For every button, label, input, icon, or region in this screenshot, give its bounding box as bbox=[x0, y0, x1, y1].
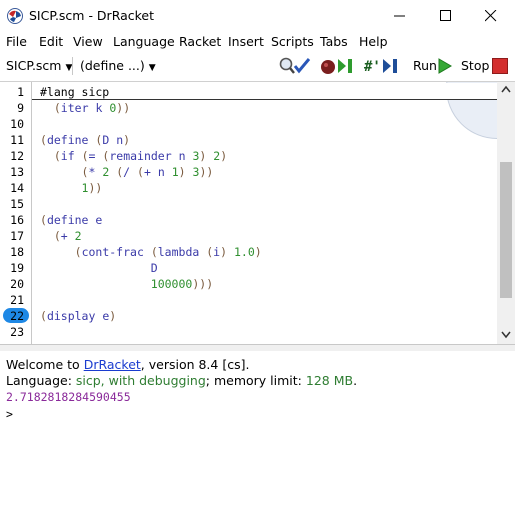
memory-prefix: ; memory limit: bbox=[205, 373, 306, 388]
code-line: (+ 2 bbox=[53, 229, 82, 243]
line-number: 13 bbox=[10, 165, 24, 179]
line-number: 12 bbox=[10, 149, 24, 163]
code-line: (if (= (remainder n 3) 2) bbox=[53, 149, 228, 163]
stop-square-icon bbox=[492, 58, 508, 74]
stop-button[interactable]: Stop bbox=[460, 53, 512, 79]
language-prefix: Language: bbox=[6, 373, 76, 388]
scroll-up-icon[interactable] bbox=[501, 85, 511, 93]
line-number: 19 bbox=[10, 261, 24, 275]
code-line: (define (D n) bbox=[40, 133, 131, 147]
language-value: sicp, with debugging bbox=[75, 373, 206, 388]
definitions-editor[interactable]: 1 #lang sicp 9 (iter k 0)) 10 11 (define (D… bbox=[0, 81, 515, 345]
dropdown-arrow-icon: ▼ bbox=[148, 63, 156, 73]
run-label: Run bbox=[413, 58, 437, 73]
language-line: Language: sicp, with debugging; memory l… bbox=[6, 373, 357, 388]
line-number: 14 bbox=[10, 181, 24, 195]
file-dropdown-label: SICP.scm bbox=[6, 58, 62, 73]
welcome-line: Welcome to DrRacket, version 8.4 [cs]. bbox=[6, 357, 249, 372]
repl-prompt[interactable]: > bbox=[6, 407, 13, 421]
check-syntax-icon[interactable] bbox=[278, 56, 312, 76]
menu-file[interactable]: File bbox=[6, 34, 27, 49]
menu-bar: File Edit View Language Racket Insert Sc… bbox=[0, 32, 515, 52]
scrollbar-thumb[interactable] bbox=[500, 162, 512, 298]
line-number: 1 bbox=[17, 85, 24, 99]
scroll-down-icon[interactable] bbox=[501, 331, 511, 339]
code-line: 1)) bbox=[81, 181, 103, 195]
toolbar: SICP.scm ▼ (define ...) ▼ #' Run Stop bbox=[0, 53, 515, 79]
menu-edit[interactable]: Edit bbox=[39, 34, 63, 49]
line-number: 22 bbox=[10, 309, 24, 323]
menu-help[interactable]: Help bbox=[359, 34, 388, 49]
code-line: (define e bbox=[40, 213, 103, 227]
code-line: (cont-frac (lambda (i) 1.0) bbox=[74, 245, 262, 259]
line-number: 10 bbox=[10, 117, 24, 131]
minimize-button[interactable] bbox=[377, 0, 423, 32]
menu-scripts[interactable]: Scripts bbox=[271, 34, 314, 49]
menu-tabs[interactable]: Tabs bbox=[320, 34, 348, 49]
line-number: 17 bbox=[10, 229, 24, 243]
code-line: (iter k 0)) bbox=[53, 101, 131, 115]
close-button[interactable] bbox=[468, 0, 514, 32]
repl-output: 2.7182818284590455 bbox=[6, 390, 131, 404]
title-bar: SICP.scm - DrRacket bbox=[0, 0, 515, 32]
drracket-link[interactable]: DrRacket bbox=[84, 357, 141, 372]
line-number: 9 bbox=[17, 101, 24, 115]
line-number: 21 bbox=[10, 293, 24, 307]
svg-text:#': #' bbox=[364, 59, 381, 75]
toolbar-separator bbox=[72, 57, 73, 75]
memory-suffix: . bbox=[353, 373, 358, 388]
run-button[interactable]: Run bbox=[412, 53, 454, 79]
run-arrow-icon bbox=[438, 58, 452, 74]
code-line: (* 2 (/ (+ n 1) 3)) bbox=[81, 165, 214, 179]
menu-language[interactable]: Language bbox=[113, 34, 175, 49]
gutter-divider bbox=[31, 82, 32, 345]
debug-icon[interactable] bbox=[320, 56, 356, 76]
file-dropdown[interactable]: SICP.scm ▼ bbox=[6, 58, 72, 73]
line-number: 15 bbox=[10, 197, 24, 211]
define-dropdown-label: (define ...) bbox=[80, 58, 145, 73]
welcome-prefix: Welcome to bbox=[6, 357, 84, 372]
interactions-pane[interactable]: Welcome to DrRacket, version 8.4 [cs]. L… bbox=[0, 351, 515, 515]
lang-line: #lang sicp bbox=[40, 85, 110, 99]
code-line: D bbox=[150, 261, 158, 275]
welcome-suffix: , version 8.4 [cs]. bbox=[140, 357, 250, 372]
line-number: 16 bbox=[10, 213, 24, 227]
minimize-icon bbox=[394, 15, 405, 17]
line-number: 18 bbox=[10, 245, 24, 259]
stop-label: Stop bbox=[461, 58, 490, 73]
menu-view[interactable]: View bbox=[73, 34, 103, 49]
menu-insert[interactable]: Insert bbox=[228, 34, 264, 49]
maximize-button[interactable] bbox=[423, 0, 469, 32]
macro-stepper-icon[interactable]: #' bbox=[363, 56, 403, 76]
define-dropdown[interactable]: (define ...) ▼ bbox=[80, 58, 156, 73]
menu-racket[interactable]: Racket bbox=[179, 34, 221, 49]
drracket-logo-icon bbox=[7, 8, 23, 24]
line-number: 11 bbox=[10, 133, 24, 147]
memory-value: 128 MB bbox=[305, 373, 354, 388]
close-icon bbox=[485, 10, 497, 22]
line-number: 20 bbox=[10, 277, 24, 291]
code-line: 100000))) bbox=[150, 277, 214, 291]
line-number: 23 bbox=[10, 325, 24, 339]
maximize-icon bbox=[440, 10, 451, 21]
window-title: SICP.scm - DrRacket bbox=[29, 8, 155, 23]
code-line: (display e) bbox=[40, 309, 117, 323]
